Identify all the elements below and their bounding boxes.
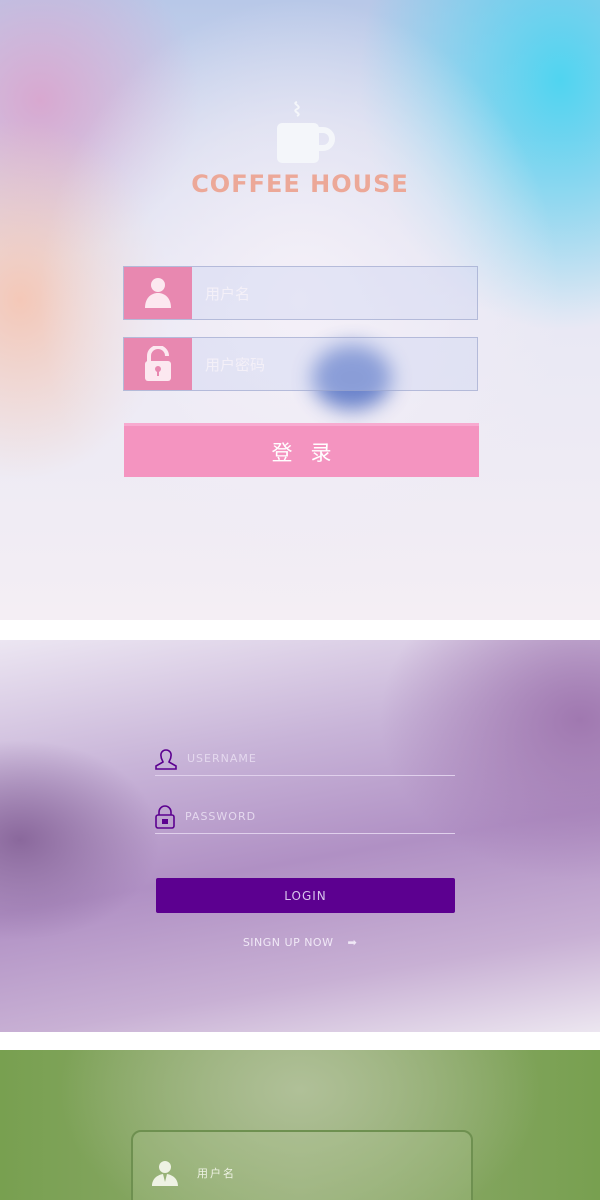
password-input[interactable]: PASSWORD — [185, 810, 256, 823]
password-field[interactable]: PASSWORD — [155, 800, 455, 834]
username-field[interactable]: 用户名 — [123, 266, 478, 320]
password-input[interactable]: 用户密码 — [192, 338, 265, 390]
user-icon — [124, 267, 192, 319]
lock-icon — [124, 338, 192, 390]
password-field[interactable]: 用户密码 — [123, 337, 478, 391]
coffee-cup-logo-icon — [277, 101, 335, 163]
signup-label: SINGN UP NOW — [242, 936, 334, 949]
username-input[interactable]: 用户名 — [197, 1165, 236, 1181]
signup-link[interactable]: SINGN UP NOW ➡ — [0, 936, 600, 949]
logo-text: COFFEE HOUSE — [191, 170, 409, 198]
username-field[interactable]: 用户名 — [151, 1160, 236, 1186]
login-button[interactable]: 登录 — [124, 423, 479, 477]
lock-outline-icon — [155, 804, 175, 829]
login-button[interactable]: LOGIN — [156, 878, 455, 913]
login-card: 用户名 — [131, 1130, 473, 1200]
green-login-screen: 用户名 — [0, 1050, 600, 1200]
user-icon — [152, 1161, 178, 1186]
arrow-right-icon: ➡ — [347, 936, 358, 949]
username-field[interactable]: USERNAME — [155, 742, 455, 776]
purple-login-screen: USERNAME PASSWORD LOGIN SINGN UP NOW ➡ — [0, 640, 600, 1032]
user-outline-icon — [155, 748, 177, 770]
coffee-login-screen: COFFEE HOUSE 用户名 用户密码 登录 — [0, 0, 600, 620]
username-input[interactable]: USERNAME — [187, 752, 257, 765]
username-input[interactable]: 用户名 — [192, 267, 250, 319]
